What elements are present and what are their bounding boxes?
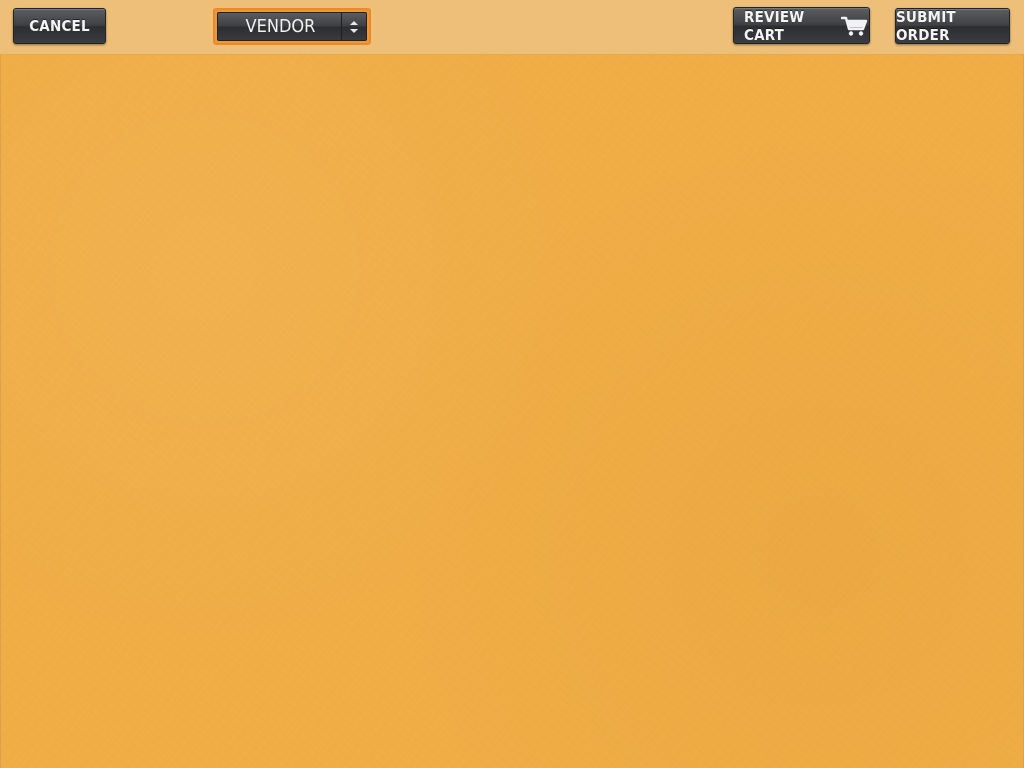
review-cart-label: Review Cart <box>744 7 805 44</box>
review-cart-button[interactable]: Review Cart <box>733 7 870 44</box>
updown-arrows-icon <box>341 13 366 40</box>
submit-order-label: Submit Order <box>896 8 956 44</box>
main-content-area <box>0 55 1024 768</box>
top-toolbar: Cancel Vendor Review Cart Submit Order <box>0 0 1024 55</box>
cancel-button-label: Cancel <box>29 17 90 35</box>
vendor-select[interactable]: Vendor <box>217 12 367 41</box>
vendor-select-value: Vendor <box>245 16 316 37</box>
submit-order-button[interactable]: Submit Order <box>895 8 1010 44</box>
cancel-button[interactable]: Cancel <box>13 8 106 44</box>
vendor-select-frame: Vendor <box>213 8 371 45</box>
cart-icon <box>840 15 869 37</box>
